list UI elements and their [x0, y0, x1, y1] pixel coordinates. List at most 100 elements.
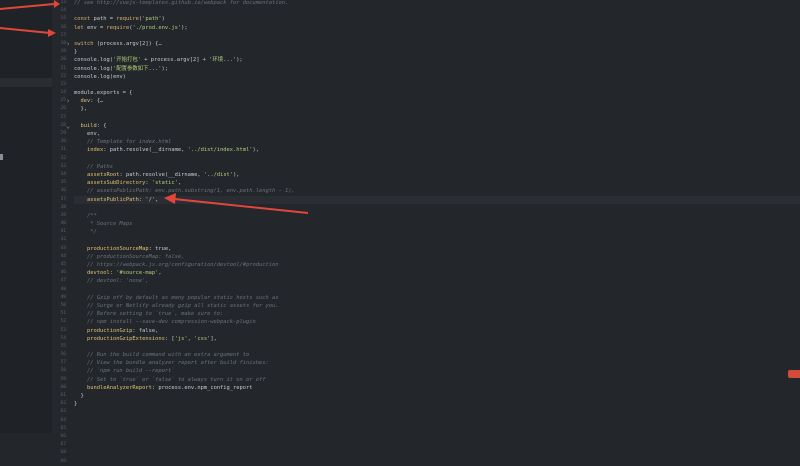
code-line[interactable]: }: [74, 48, 800, 56]
code-line[interactable]: // `npm run build --report`: [74, 367, 800, 375]
code-editor[interactable]: // see http://vuejs-templates.github.io/…: [74, 0, 800, 466]
code-line-text: let env = require('./prod.env.js');: [74, 24, 188, 31]
code-line-text: // Paths: [74, 163, 113, 170]
code-line[interactable]: [74, 425, 800, 433]
code-line[interactable]: [74, 343, 800, 351]
code-line[interactable]: console.log(env): [74, 73, 800, 81]
code-line-text: console.log('配置参数如下...');: [74, 65, 169, 72]
code-line-text: // Surge or Netlify already gzip all sta…: [74, 302, 279, 309]
code-line[interactable]: // View the bundle analyzer report after…: [74, 359, 800, 367]
code-line[interactable]: productionGzipExtensions: ['js', 'css'],: [74, 335, 800, 343]
fold-collapsed-icon[interactable]: ›: [66, 97, 70, 105]
code-line[interactable]: // npm install --save-dev compression-we…: [74, 318, 800, 326]
code-line[interactable]: [74, 408, 800, 416]
code-line-text: switch (process.argv[2]) {…: [74, 40, 162, 47]
code-line[interactable]: [74, 441, 800, 449]
code-line[interactable]: productionGzip: false,: [74, 327, 800, 335]
code-line[interactable]: // productionSourceMap: false,: [74, 253, 800, 261]
code-line[interactable]: productionSourceMap: true,: [74, 245, 800, 253]
code-line[interactable]: */: [74, 228, 800, 236]
code-line[interactable]: // Before setting to `true`, make sure t…: [74, 310, 800, 318]
code-line-text: build: {: [80, 122, 107, 129]
code-line[interactable]: // see http://vuejs-templates.github.io/…: [74, 0, 800, 7]
code-line-text: // npm install --save-dev compression-we…: [74, 319, 256, 326]
code-line-text: // Gzip off by default as many popular s…: [74, 294, 279, 301]
annotation-arrow-public-path: [164, 193, 309, 214]
code-line[interactable]: [74, 7, 800, 15]
code-line[interactable]: let env = require('./prod.env.js');: [74, 24, 800, 32]
code-line[interactable]: // devtool: 'none',: [74, 277, 800, 285]
code-line-text: /**: [74, 212, 97, 219]
code-line[interactable]: [74, 417, 800, 425]
code-line[interactable]: }: [74, 392, 800, 400]
code-line[interactable]: // Gzip off by default as many popular s…: [74, 294, 800, 302]
code-line[interactable]: [74, 433, 800, 441]
code-line-text: productionGzipExtensions: ['js', 'css'],: [86, 335, 217, 342]
file-explorer-sidebar: [0, 0, 53, 433]
code-line[interactable]: const path = require('path'): [74, 15, 800, 23]
code-line-text: console.log('开始打包' + process.argv[2] + '…: [74, 57, 243, 64]
code-line-text: // https://webpack.js.org/configuration/…: [74, 262, 279, 268]
code-line-text: }: [74, 393, 84, 399]
code-line[interactable]: // Paths: [74, 163, 800, 171]
code-line[interactable]: index: path.resolve(__dirname, '../dist/…: [74, 146, 800, 154]
code-line[interactable]: devtool: '#source-map',: [74, 269, 800, 277]
code-line[interactable]: console.log('配置参数如下...');: [74, 65, 800, 73]
code-line[interactable]: [74, 81, 800, 89]
code-line[interactable]: },: [74, 105, 800, 113]
code-line[interactable]: switch (process.argv[2]) {…: [74, 40, 800, 48]
code-line-text: // Template for index.html: [74, 139, 172, 146]
code-line[interactable]: [74, 236, 800, 244]
notification-badge: [788, 370, 800, 378]
code-line[interactable]: // Template for index.html: [74, 138, 800, 146]
code-line-text: // Run the build command with an extra a…: [74, 352, 250, 359]
code-line[interactable]: [74, 114, 800, 122]
code-line-text: // Set to `true` or `false` to always tu…: [74, 376, 266, 383]
code-line[interactable]: bundleAnalyzerReport: process.env.npm_co…: [74, 384, 800, 392]
code-line-text: index: path.resolve(__dirname, '../dist/…: [86, 147, 260, 154]
code-line[interactable]: [74, 32, 800, 40]
code-line[interactable]: assetsSubDirectory: 'static',: [74, 179, 800, 187]
sidebar-selected-row[interactable]: [0, 78, 52, 87]
code-line[interactable]: // Surge or Netlify already gzip all sta…: [74, 302, 800, 310]
code-line[interactable]: dev: {…: [74, 97, 800, 105]
code-line-text: }: [74, 49, 78, 56]
code-line-text: productionSourceMap: true,: [86, 245, 172, 252]
code-line-text: // `npm run build --report`: [74, 368, 175, 375]
code-line-text: bundleAnalyzerReport: process.env.npm_co…: [86, 384, 253, 391]
code-line[interactable]: [74, 458, 800, 466]
code-line-text: const path = require('path'): [74, 16, 165, 23]
code-line-text: // View the bundle analyzer report after…: [74, 360, 269, 367]
code-line[interactable]: // Set to `true` or `false` to always tu…: [74, 376, 800, 384]
annotation-arrow-top: [0, 0, 60, 37]
code-line-text: // see http://vuejs-templates.github.io/…: [74, 0, 289, 6]
code-line[interactable]: // Run the build command with an extra a…: [74, 351, 800, 359]
code-line[interactable]: [74, 286, 800, 294]
code-line-text: assetsSubDirectory: 'static',: [86, 180, 182, 187]
code-line[interactable]: * Source Maps: [74, 220, 800, 228]
code-line-text: // devtool: 'none',: [74, 278, 149, 285]
code-line[interactable]: assetsRoot: path.resolve(__dirname, '../…: [74, 171, 800, 179]
code-line[interactable]: // https://webpack.js.org/configuration/…: [74, 261, 800, 269]
code-line[interactable]: env,: [74, 130, 800, 138]
code-line-text: */: [74, 229, 97, 236]
code-line-text: // Before setting to `true`, make sure t…: [74, 311, 224, 318]
code-line[interactable]: [74, 155, 800, 163]
code-line-text: // productionSourceMap: false,: [74, 253, 185, 260]
code-line-text: },: [74, 106, 87, 113]
code-line[interactable]: module.exports = {: [74, 89, 800, 97]
code-line-text: module.exports = {: [74, 90, 133, 97]
code-line[interactable]: }: [74, 400, 800, 408]
code-line-text: dev: {…: [80, 98, 104, 105]
code-line-text: devtool: '#source-map',: [86, 270, 162, 277]
fold-collapsed-icon[interactable]: ›: [66, 40, 70, 48]
sidebar-indicator: [0, 154, 3, 160]
code-line[interactable]: [74, 449, 800, 457]
code-line-text: assetsPublicPath: '/',: [86, 196, 159, 203]
code-line-text: productionGzip: false,: [86, 327, 159, 334]
code-line[interactable]: build: {: [74, 122, 800, 130]
code-line-text: * Source Maps: [74, 221, 133, 228]
code-line-text: env,: [74, 131, 100, 137]
fold-expanded-icon[interactable]: ⌄: [66, 122, 70, 130]
code-line[interactable]: console.log('开始打包' + process.argv[2] + '…: [74, 56, 800, 64]
